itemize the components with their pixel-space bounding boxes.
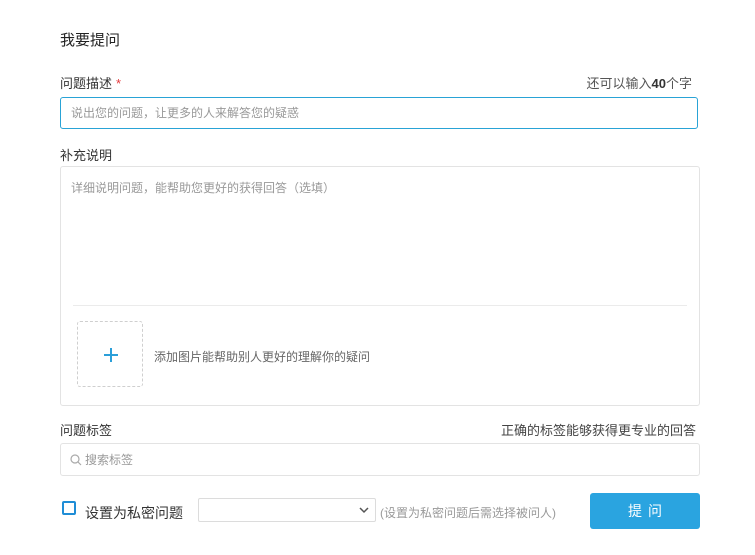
details-textarea[interactable] (61, 167, 699, 297)
add-image-button[interactable] (77, 321, 143, 387)
details-label: 补充说明 (60, 148, 113, 163)
tag-search-input[interactable] (85, 444, 685, 475)
page-title: 我要提问 (60, 32, 121, 49)
private-checkbox[interactable] (62, 501, 76, 515)
tags-hint: 正确的标签能够获得更专业的回答 (500, 423, 696, 438)
details-divider (73, 305, 687, 306)
remaining-prefix: 还可以输入 (586, 76, 652, 91)
question-input[interactable] (60, 97, 698, 129)
chevron-down-icon (359, 507, 369, 514)
tag-search-box (60, 443, 700, 476)
tags-label-row: 问题标签 正确的标签能够获得更专业的回答 (60, 420, 700, 438)
remaining-chars: 还可以输入40个字 (587, 73, 693, 92)
submit-question-button[interactable]: 提问 (590, 493, 700, 529)
question-label: 问题描述 * (60, 73, 121, 92)
details-box: 添加图片能帮助别人更好的理解你的疑问 (60, 166, 700, 406)
add-image-hint: 添加图片能帮助别人更好的理解你的疑问 (154, 350, 371, 364)
tags-label: 问题标签 (60, 423, 113, 438)
question-label-text: 问题描述 (60, 76, 113, 91)
invitee-select[interactable] (198, 498, 376, 522)
remaining-suffix: 个字 (665, 76, 692, 91)
required-mark: * (116, 76, 122, 91)
question-label-row: 问题描述 * 还可以输入40个字 (60, 73, 700, 91)
private-label[interactable]: 设置为私密问题 (85, 503, 183, 523)
search-icon (70, 454, 82, 466)
remaining-count: 40 (651, 76, 666, 91)
private-hint: (设置为私密问题后需选择被问人) (380, 506, 556, 520)
details-label-row: 补充说明 (60, 145, 700, 163)
